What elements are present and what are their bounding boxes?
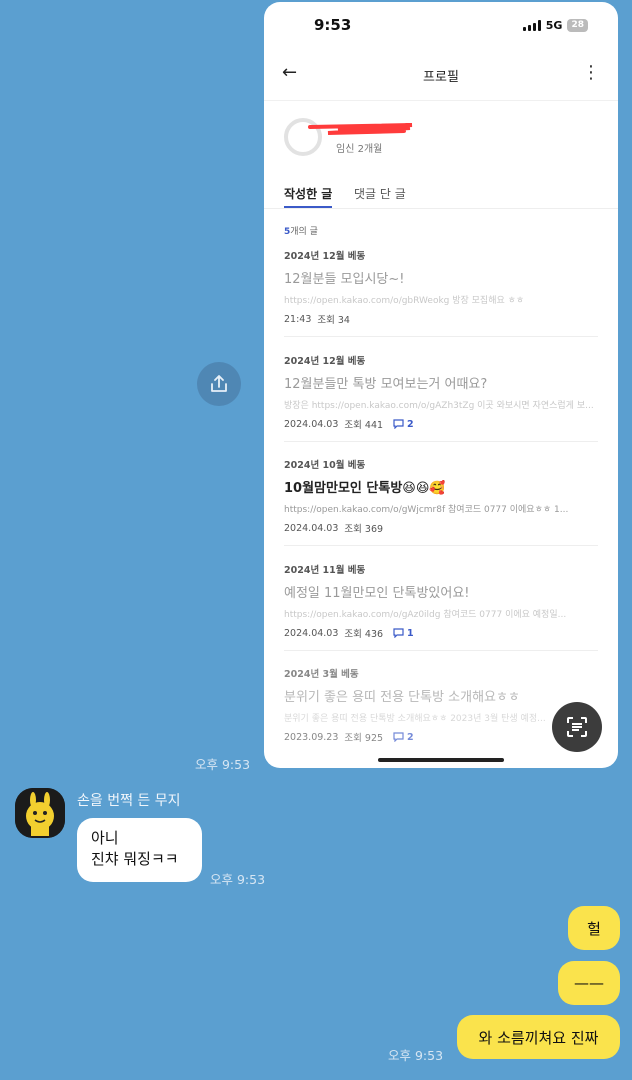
post-meta: 2024.04.03 조회 441 2 [284, 417, 414, 432]
signal-icon [522, 20, 541, 31]
post-list-item[interactable]: 2024년 12월 베동 12월분들만 톡방 모여보는거 어때요? 방장은 http… [284, 353, 598, 457]
post-preview: https://open.kakao.com/o/gbRWeokg 방장 모집해… [284, 296, 525, 306]
tab-written-posts[interactable]: 작성한 글 [284, 185, 332, 202]
post-views: 조회 441 [344, 420, 384, 431]
outgoing-message-bubble[interactable]: —— [558, 961, 620, 1005]
post-date: 21:43 [284, 313, 312, 325]
home-indicator [378, 758, 504, 762]
text-scan-button[interactable] [552, 702, 602, 752]
more-vertical-icon[interactable]: ⋮ [582, 62, 600, 83]
post-meta: 2024.04.03 조회 436 1 [284, 626, 414, 641]
post-list-item[interactable]: 2024년 12월 베동 12월분들 모입시당~! https://open.kak… [284, 248, 598, 352]
comment-count: 2 [393, 419, 414, 430]
text-scan-icon [567, 717, 587, 737]
post-list-item[interactable]: 2024년 3월 베동분위기 좋은 용띠 전용 단톡방 소개해요ㅎㅎ 분위기 좋은… [284, 666, 598, 768]
post-meta: 2023.09.23 조회 925 2 [284, 730, 414, 745]
message-time: 오후 9:53 [388, 1048, 444, 1063]
profile-subinfo: 임신 2개월 [336, 144, 383, 155]
shared-screenshot-image[interactable]: 9:53 5G 28 ← 프로필 ⋮ 임신 2개월 작성한 글 댓글 단 글 5… [264, 2, 618, 768]
outgoing-message-bubble[interactable]: 와 소름끼쳐요 진짜 [457, 1015, 620, 1059]
status-bar-time: 9:53 [314, 16, 352, 34]
post-count: 5개의 글 [284, 227, 318, 237]
divider [284, 545, 598, 546]
comment-icon [393, 419, 404, 429]
share-icon [211, 375, 227, 392]
message-time: 오후 9:53 [210, 872, 266, 887]
battery-icon: 28 [567, 19, 588, 32]
post-preview: 분위기 좋은 용띠 전용 단톡방 소개해요ㅎㅎ 2023년 3월 탄생 예정..… [284, 714, 546, 724]
comment-count: 1 [393, 628, 414, 639]
avatar[interactable] [15, 788, 65, 838]
post-title: 10월맘만모인 단톡방😆😆🥰 [284, 481, 446, 496]
post-preview: https://open.kakao.com/o/gWjcmr8f 참여코드 0… [284, 505, 569, 515]
status-bar-indicators: 5G 28 [522, 19, 588, 32]
post-views: 조회 34 [317, 315, 350, 326]
post-list-item[interactable]: 2024년 10월 베동 10월맘만모인 단톡방😆😆🥰 https://open.k… [284, 457, 598, 561]
post-date: 2024.04.03 [284, 418, 339, 430]
post-title: 분위기 좋은 용띠 전용 단톡방 소개해요ㅎㅎ [284, 690, 520, 705]
post-date: 2023.09.23 [284, 731, 339, 743]
network-label: 5G [545, 19, 563, 32]
post-preview: 방장은 https://open.kakao.com/o/gAZh3tZg 이곳… [284, 401, 594, 411]
outgoing-message-bubble[interactable]: 헐 [568, 906, 620, 950]
message-text: —— [574, 974, 604, 992]
sender-name: 손을 번쩍 든 무지 [77, 793, 181, 809]
post-category: 2024년 10월 베동 [284, 460, 366, 471]
post-date: 2024.04.03 [284, 627, 339, 639]
divider [284, 650, 598, 651]
incoming-message-bubble[interactable]: 아니 진챠 뭐징ㅋㅋ [77, 818, 202, 882]
message-text: 헐 [587, 919, 601, 938]
page-title: 프로필 [423, 70, 459, 85]
post-meta: 2024.04.03 조회 369 [284, 521, 384, 536]
redaction-scribble [308, 123, 413, 135]
post-category: 2024년 11월 베동 [284, 565, 366, 576]
divider [284, 336, 598, 337]
comment-count: 2 [393, 732, 414, 743]
post-meta: 21:43 조회 34 [284, 312, 350, 327]
post-list-item[interactable]: 2024년 11월 베동예정일 11월만모인 단톡방있어요! https://op… [284, 562, 598, 666]
post-views: 조회 369 [344, 524, 384, 535]
share-button[interactable] [197, 362, 241, 406]
post-title: 12월분들 모입시당~! [284, 272, 405, 287]
post-category: 2024년 12월 베동 [284, 356, 366, 367]
post-category: 2024년 12월 베동 [284, 251, 366, 262]
comment-icon [393, 628, 404, 638]
post-category: 2024년 3월 베동 [284, 669, 359, 680]
message-text: 진챠 뭐징ㅋㅋ [91, 850, 179, 868]
divider [264, 100, 618, 101]
message-time: 오후 9:53 [195, 757, 251, 772]
muzi-character-icon [15, 788, 65, 838]
tab-commented-posts[interactable]: 댓글 단 글 [354, 185, 406, 202]
post-date: 2024.04.03 [284, 522, 339, 534]
message-text: 아니 [91, 829, 119, 847]
post-title: 예정일 11월만모인 단톡방있어요! [284, 586, 470, 601]
message-text: 와 소름끼쳐요 진짜 [478, 1028, 599, 1047]
post-title: 12월분들만 톡방 모여보는거 어때요? [284, 377, 488, 392]
comment-icon [393, 732, 404, 742]
divider [284, 441, 598, 442]
post-preview: https://open.kakao.com/o/gAz0ildg 참여코드 0… [284, 610, 567, 620]
post-views: 조회 925 [344, 733, 384, 744]
post-views: 조회 436 [344, 629, 384, 640]
divider [264, 208, 618, 209]
